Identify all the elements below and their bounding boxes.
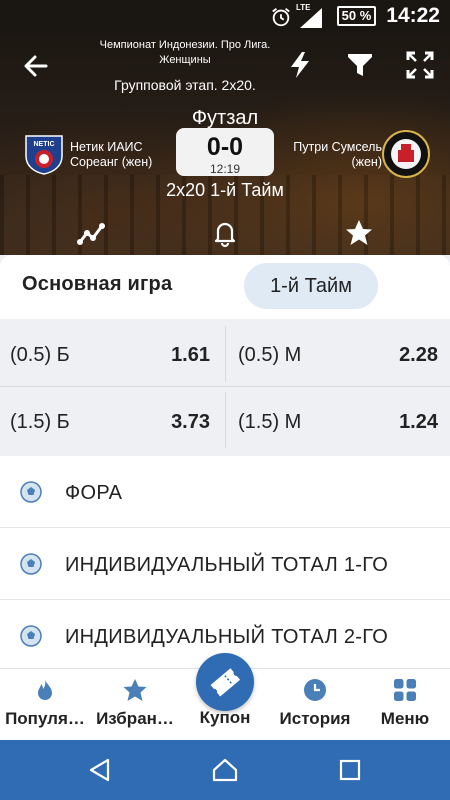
filter-icon[interactable]: [345, 50, 375, 80]
coupon-button[interactable]: [196, 653, 254, 711]
league-title: Чемпионат Индонезии. Про Лига. Женщины: [99, 39, 271, 66]
nav-label: Избран…: [96, 709, 174, 728]
score: 0-0: [206, 133, 244, 161]
bell-icon[interactable]: [210, 218, 240, 248]
clock-icon: [304, 679, 326, 701]
odd-label: (1.5) М: [238, 411, 302, 433]
status-bar: LTE 50 % 14:22: [0, 0, 450, 32]
star-icon[interactable]: [344, 218, 374, 248]
market-label: ИНДИВИДУАЛЬНЫЙ ТОТАЛ 2-ГО: [65, 626, 389, 648]
flame-icon: [38, 679, 52, 700]
odd-cell-over-1-5[interactable]: (1.5) Б 3.73: [0, 389, 222, 453]
odd-value: 1.61: [171, 344, 210, 366]
odd-cell-over-0-5[interactable]: (0.5) Б 1.61: [0, 322, 222, 386]
home-team-name: Нетик ИАИС Сореанг (жен): [70, 140, 152, 170]
system-navigation-bar: [0, 740, 450, 800]
odds-divider: [225, 392, 226, 448]
market-row-handicap[interactable]: ФОРА: [0, 456, 450, 528]
score-box: 0-0 12:19: [176, 128, 274, 176]
odd-value: 2.28: [399, 344, 438, 366]
alarm-icon: [272, 8, 290, 27]
fullscreen-icon[interactable]: [405, 50, 435, 80]
tab-first-half[interactable]: 1-й Тайм: [244, 263, 378, 309]
nav-menu[interactable]: Меню: [360, 677, 450, 729]
away-team-line2: (жен): [351, 155, 382, 169]
away-team-line1: Путри Сумсель: [293, 140, 382, 154]
odd-label: (1.5) Б: [10, 411, 70, 433]
system-back-icon[interactable]: [86, 756, 114, 784]
statistics-icon[interactable]: [76, 218, 106, 248]
market-label: ИНДИВИДУАЛЬНЫЙ ТОТАЛ 1-ГО: [65, 554, 389, 576]
nav-label: Меню: [380, 709, 430, 728]
stage-title: Групповой этап. 2х20.: [114, 77, 256, 93]
futsal-ball-icon: [20, 625, 42, 647]
home-team-logo: NETIC: [25, 135, 63, 175]
nav-label: Популя…: [5, 709, 85, 728]
odds-divider: [225, 326, 226, 382]
back-arrow-icon[interactable]: [20, 50, 52, 82]
game-tabs: Основная игра 1-й Тайм: [0, 255, 450, 319]
clock: 14:22: [386, 4, 440, 27]
match-clock: 12:19: [209, 162, 241, 176]
ticket-icon: [210, 668, 241, 697]
odds-divider: [0, 386, 450, 387]
nav-popular[interactable]: Популя…: [0, 677, 90, 729]
lightning-icon[interactable]: [285, 50, 315, 80]
system-recents-icon[interactable]: [336, 756, 364, 784]
away-team-name: Путри Сумсель (жен): [293, 140, 382, 170]
home-team-line1: Нетик ИАИС: [70, 140, 143, 154]
odd-cell-under-1-5[interactable]: (1.5) М 1.24: [228, 389, 450, 453]
market-row-individual-total-1[interactable]: ИНДИВИДУАЛЬНЫЙ ТОТАЛ 1-ГО: [0, 528, 450, 600]
system-home-icon[interactable]: [211, 756, 239, 784]
svg-text:NETIC: NETIC: [34, 141, 55, 148]
futsal-ball-icon: [20, 481, 42, 503]
signal-icon: [300, 8, 322, 28]
nav-label: История: [279, 709, 351, 728]
odd-cell-under-0-5[interactable]: (0.5) М 2.28: [228, 322, 450, 386]
away-team-logo: [382, 130, 430, 178]
sport-title: Футзал: [191, 107, 259, 129]
match-period: 2х20 1-й Тайм: [166, 180, 284, 200]
market-label: ФОРА: [65, 482, 123, 504]
odd-value: 3.73: [171, 411, 210, 433]
battery-icon: 50 %: [337, 6, 376, 26]
odd-label: (0.5) М: [238, 344, 302, 366]
odd-label: (0.5) Б: [10, 344, 70, 366]
tab-main-game[interactable]: Основная игра: [22, 273, 172, 296]
match-header: Чемпионат Индонезии. Про Лига. Женщины Г…: [0, 32, 450, 255]
star-icon: [123, 679, 147, 701]
home-team-line2: Сореанг (жен): [70, 155, 153, 169]
nav-history[interactable]: История: [270, 677, 360, 729]
coupon-label[interactable]: Купон: [180, 708, 270, 728]
futsal-ball-icon: [20, 553, 42, 575]
odd-value: 1.24: [399, 411, 438, 433]
odds-grid: (0.5) Б 1.61 (0.5) М 2.28 (1.5) Б 3.73 (…: [0, 320, 450, 454]
grid-menu-icon: [394, 679, 416, 701]
nav-favorites[interactable]: Избран…: [90, 677, 180, 729]
